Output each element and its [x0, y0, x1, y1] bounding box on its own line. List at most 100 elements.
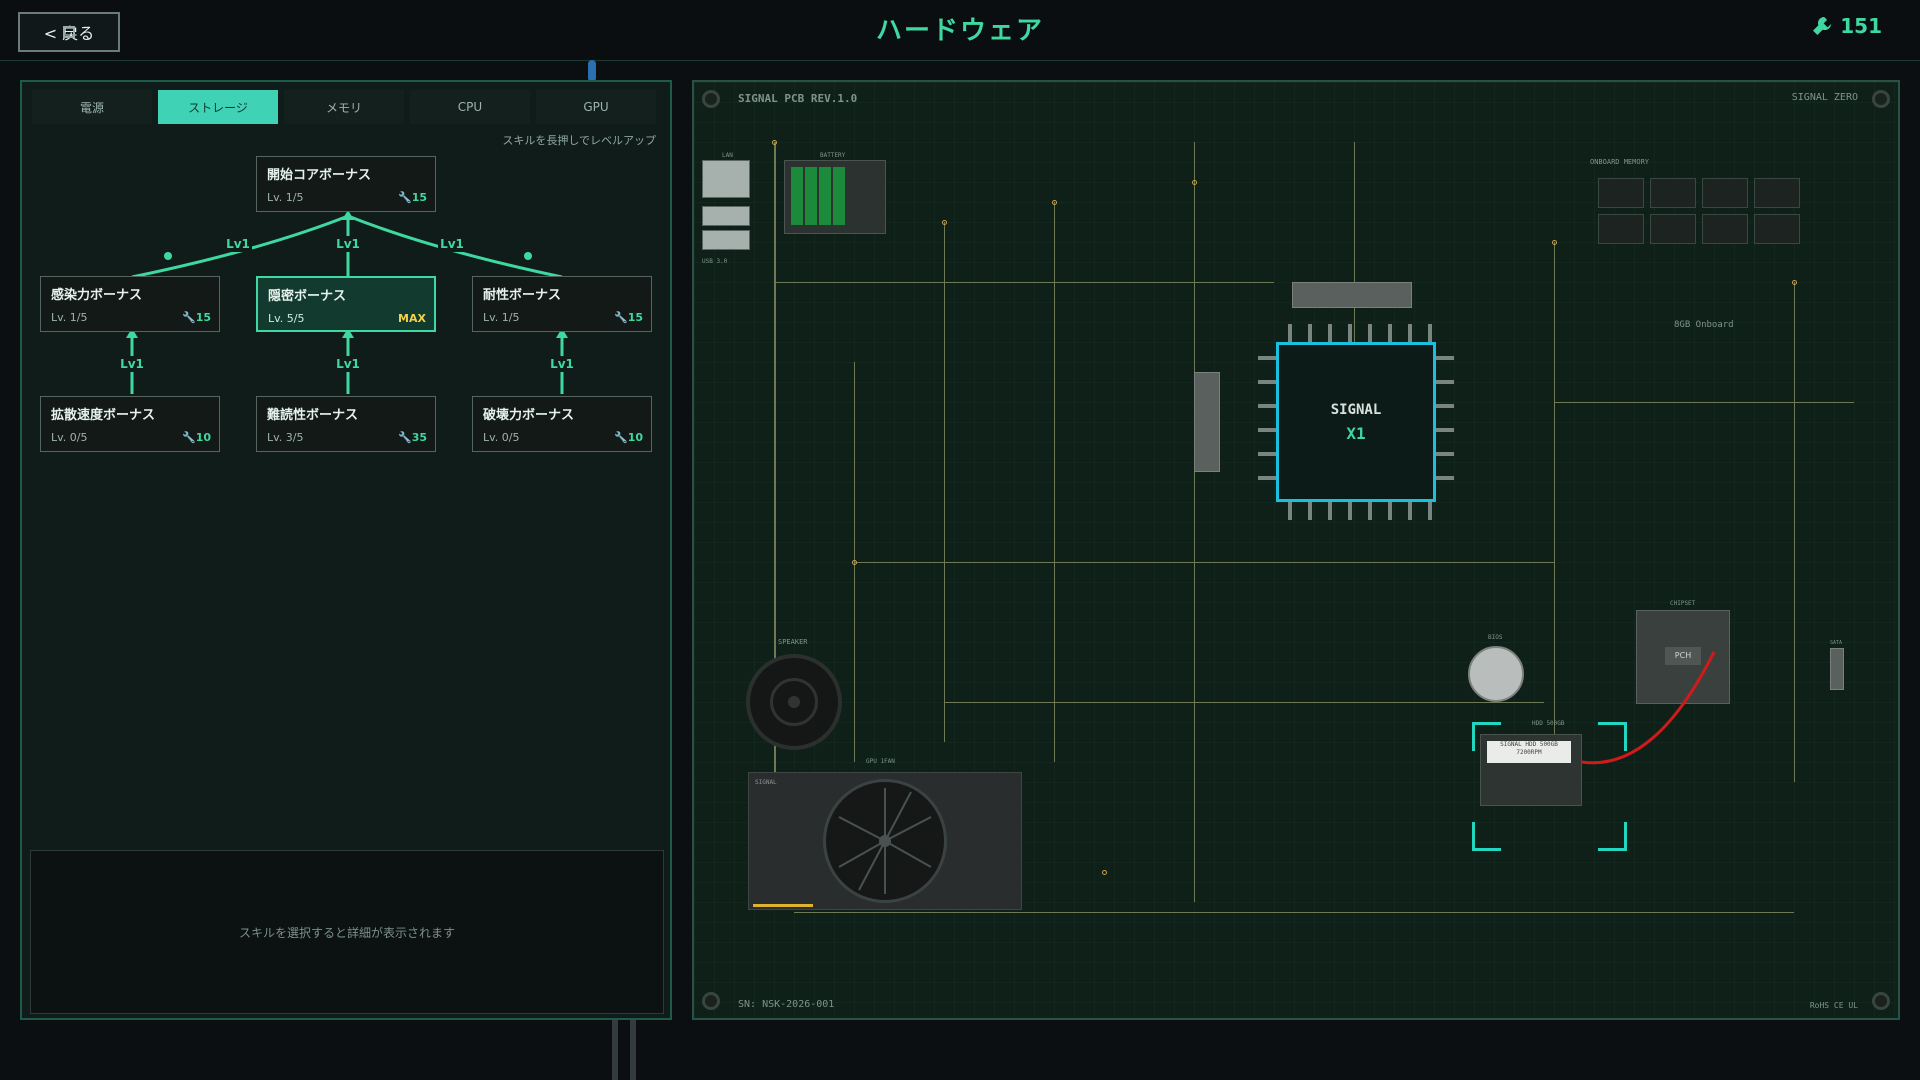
cpu-pin: [1428, 324, 1432, 342]
usb-port: [702, 230, 750, 250]
speaker: [746, 654, 842, 750]
lan-label: LAN: [722, 152, 733, 159]
cpu-pin: [1348, 324, 1352, 342]
cpu-pin: [1436, 428, 1454, 432]
currency-value: 151: [1840, 14, 1882, 38]
solder-pad: [1552, 240, 1557, 245]
sata-label: SATA: [1830, 640, 1843, 646]
cpu-model: X1: [1346, 423, 1366, 443]
skill-name: 拡散速度ボーナス: [51, 408, 156, 423]
cpu-pin: [1408, 502, 1412, 520]
skill-level: Lv. 5/5: [268, 312, 305, 325]
screw-icon: [702, 992, 720, 1010]
trace: [794, 912, 1794, 913]
skill-detail-box: スキルを選択すると詳細が表示されます: [30, 850, 664, 1014]
skill-level: Lv. 1/5: [267, 191, 304, 204]
cpu-pin: [1308, 502, 1312, 520]
cpu-pin: [1258, 380, 1276, 384]
skill-node-durability[interactable]: 耐性ボーナス Lv. 1/5 🔧15: [472, 276, 652, 332]
top-bar: < 戻る ハードウェア 151: [0, 0, 1920, 61]
speaker-label: SPEAKER: [778, 638, 808, 646]
solder-pad: [942, 220, 947, 225]
memory-chip: [1650, 178, 1696, 208]
trace: [854, 562, 1554, 563]
skill-cost: 🔧35: [397, 431, 427, 444]
skill-level: Lv. 1/5: [483, 311, 520, 324]
cpu-label: SIGNAL: [1330, 401, 1382, 418]
skill-node-spread[interactable]: 拡散速度ボーナス Lv. 0/5 🔧10: [40, 396, 220, 452]
circuit-board: SIGNAL PCB REV.1.0 SIGNAL ZERO SN: NSK-2…: [692, 80, 1900, 1020]
gpu-card: SIGNAL: [748, 772, 1022, 910]
skill-node-destroy[interactable]: 破壊力ボーナス Lv. 0/5 🔧10: [472, 396, 652, 452]
memory-label: ONBOARD MEMORY: [1590, 158, 1650, 166]
skill-cost: 🔧10: [181, 431, 211, 444]
cpu-pin: [1328, 502, 1332, 520]
cpu-pin: [1308, 324, 1312, 342]
chipset-label: CHIPSET: [1670, 600, 1696, 607]
skill-node-decode[interactable]: 難読性ボーナス Lv. 3/5 🔧35: [256, 396, 436, 452]
connector-label: Lv1: [224, 236, 252, 252]
skill-name: 隠密ボーナス: [268, 289, 347, 304]
trace: [1554, 402, 1854, 403]
selection-bracket: [1472, 822, 1501, 851]
cable: [588, 60, 596, 82]
detail-placeholder: スキルを選択すると詳細が表示されます: [238, 925, 455, 940]
trace: [1354, 142, 1355, 342]
cpu-pin: [1258, 404, 1276, 408]
skill-level: Lv. 0/5: [483, 431, 520, 444]
battery-label: BATTERY: [820, 152, 846, 159]
cpu-pin: [1258, 452, 1276, 456]
trace: [774, 282, 1274, 283]
currency-display: 151: [1810, 14, 1882, 38]
skill-cost: 🔧15: [397, 191, 427, 204]
pcb-label: SIGNAL PCB REV.1.0: [738, 92, 858, 105]
skill-name: 難読性ボーナス: [267, 408, 359, 423]
cpu-pin: [1436, 356, 1454, 360]
serial-label: SN: NSK-2026-001: [738, 999, 835, 1010]
cpu-connector: [1292, 282, 1412, 308]
cpu-pin: [1288, 324, 1292, 342]
ram-slot: [1194, 372, 1220, 472]
trace: [1194, 142, 1195, 902]
connector-label: Lv1: [118, 356, 146, 372]
cpu-pin: [1258, 356, 1276, 360]
trace: [1054, 202, 1055, 762]
cpu-pin: [1258, 476, 1276, 480]
memory-chip: [1754, 214, 1800, 244]
memory-chip: [1754, 178, 1800, 208]
sata-cable: [1581, 651, 1716, 765]
lan-port: [702, 160, 750, 198]
cpu-pin: [1258, 428, 1276, 432]
solder-pad: [772, 140, 777, 145]
battery: [784, 160, 886, 234]
solder-pad: [1052, 200, 1057, 205]
cpu-pin: [1288, 502, 1292, 520]
brand-label: SIGNAL ZERO: [1791, 92, 1858, 103]
cpu-pin: [1436, 452, 1454, 456]
skill-node-infect[interactable]: 感染力ボーナス Lv. 1/5 🔧15: [40, 276, 220, 332]
skill-level: Lv. 3/5: [267, 431, 304, 444]
skill-node-root[interactable]: 開始コアボーナス Lv. 1/5 🔧15: [256, 156, 436, 212]
gpu-brand: SIGNAL: [755, 779, 777, 786]
sata-port: [1830, 648, 1844, 690]
screw-icon: [1872, 90, 1890, 108]
selection-bracket: [1472, 722, 1501, 751]
cpu-pin: [1388, 502, 1392, 520]
cpu-chip[interactable]: SIGNAL X1: [1276, 342, 1436, 502]
cpu-pin: [1408, 324, 1412, 342]
skill-cost: 🔧15: [613, 311, 643, 324]
cpu-pin: [1428, 502, 1432, 520]
connector-label: Lv1: [438, 236, 466, 252]
trace: [944, 702, 1544, 703]
trace: [1554, 242, 1555, 742]
cpu-pin: [1436, 476, 1454, 480]
solder-pad: [1102, 870, 1107, 875]
connector-label: Lv1: [334, 236, 362, 252]
skill-cost: MAX: [398, 312, 426, 325]
skill-node-stealth[interactable]: 隠密ボーナス Lv. 5/5 MAX: [256, 276, 436, 332]
cable: [630, 1020, 636, 1080]
cpu-pin: [1368, 502, 1372, 520]
cpu-pin: [1436, 380, 1454, 384]
memory-chip: [1650, 214, 1696, 244]
solder-pad: [852, 560, 857, 565]
